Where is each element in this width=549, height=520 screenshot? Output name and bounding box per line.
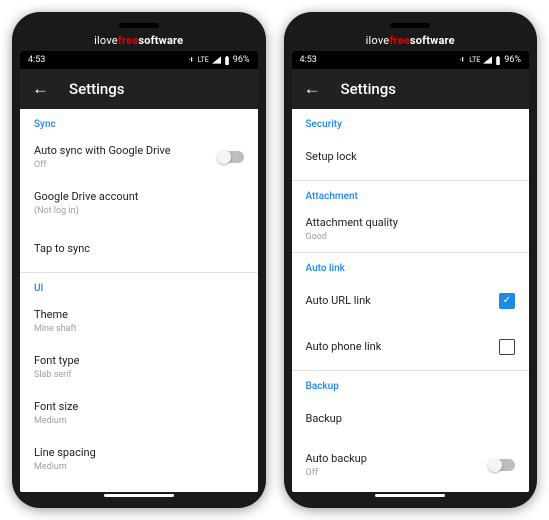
row-line-spacing[interactable]: Line spacing Medium: [20, 436, 258, 482]
status-bar: 4:53 LTE 96%: [292, 51, 530, 69]
row-gdrive-account[interactable]: Google Drive account (Not log in): [20, 180, 258, 226]
auto-sync-value: Off: [34, 160, 218, 170]
section-attachment: Attachment: [292, 181, 530, 206]
nav-bar: [292, 494, 530, 500]
battery-icon: [495, 56, 501, 65]
status-net: LTE: [469, 56, 480, 64]
phone-left: ilovefreesoftware 4:53 LTE 96% ← Setting…: [12, 12, 266, 508]
brand-pre: ilove: [94, 34, 118, 47]
signal-icon: [483, 56, 492, 64]
auto-sync-switch[interactable]: [218, 151, 244, 163]
bluetooth-icon: [458, 56, 466, 64]
row-auto-url-link[interactable]: Auto URL link ✓: [292, 278, 530, 324]
row-auto-phone-link[interactable]: Auto phone link: [292, 324, 530, 370]
brand-post: software: [410, 34, 455, 47]
app-bar: ← Settings: [292, 69, 530, 109]
theme-label: Theme: [34, 308, 244, 322]
setup-lock-label: Setup lock: [306, 150, 516, 164]
status-net: LTE: [198, 56, 209, 64]
line-spacing-label: Line spacing: [34, 446, 244, 460]
auto-phone-checkbox[interactable]: [499, 339, 515, 355]
status-battery: 96%: [504, 55, 521, 65]
settings-list-left[interactable]: Sync Auto sync with Google Drive Off Goo…: [20, 109, 258, 492]
brand-pre: ilove: [366, 34, 390, 47]
auto-url-checkbox[interactable]: ✓: [499, 293, 515, 309]
font-type-value: Slab serif: [34, 370, 244, 380]
bluetooth-icon: [187, 56, 195, 64]
nav-bar: [20, 494, 258, 500]
brand-logo: ilovefreesoftware: [20, 34, 258, 47]
section-backup: Backup: [292, 371, 530, 396]
phone-speaker: [390, 23, 430, 28]
phone-right: ilovefreesoftware 4:53 LTE 96% ← Setting…: [284, 12, 538, 508]
tap-sync-label: Tap to sync: [34, 242, 244, 256]
row-backup[interactable]: Backup: [292, 396, 530, 442]
signal-icon: [212, 56, 221, 64]
phone-speaker: [119, 23, 159, 28]
auto-phone-label: Auto phone link: [306, 340, 500, 354]
line-spacing-value: Medium: [34, 462, 244, 472]
brand-mid: free: [389, 34, 410, 47]
section-sync: Sync: [20, 109, 258, 134]
settings-list-right[interactable]: Security Setup lock Attachment Attachmen…: [292, 109, 530, 492]
auto-backup-label: Auto backup: [306, 452, 490, 466]
status-time: 4:53: [300, 55, 317, 65]
screen-right: 4:53 LTE 96% ← Settings Security: [292, 51, 530, 492]
gdrive-label: Google Drive account: [34, 190, 244, 204]
row-font-size[interactable]: Font size Medium: [20, 390, 258, 436]
status-bar: 4:53 LTE 96%: [20, 51, 258, 69]
screen-left: 4:53 LTE 96% ← Settings Sync: [20, 51, 258, 492]
row-theme[interactable]: Theme Mine shaft: [20, 298, 258, 344]
back-button[interactable]: ←: [32, 81, 49, 98]
brand-logo: ilovefreesoftware: [292, 34, 530, 47]
row-auto-backup[interactable]: Auto backup Off: [292, 442, 530, 488]
att-quality-label: Attachment quality: [306, 216, 516, 230]
auto-backup-value: Off: [306, 468, 490, 478]
brand-post: software: [138, 34, 183, 47]
nav-pill[interactable]: [104, 494, 174, 497]
back-button[interactable]: ←: [304, 81, 321, 98]
row-font-type[interactable]: Font type Slab serif: [20, 344, 258, 390]
gdrive-value: (Not log in): [34, 206, 244, 216]
backup-label: Backup: [306, 412, 516, 426]
font-size-label: Font size: [34, 400, 244, 414]
theme-value: Mine shaft: [34, 324, 244, 334]
auto-url-label: Auto URL link: [306, 294, 500, 308]
page-title: Settings: [69, 80, 125, 98]
font-size-value: Medium: [34, 416, 244, 426]
auto-backup-switch[interactable]: [489, 459, 515, 471]
battery-icon: [224, 56, 230, 65]
section-security: Security: [292, 109, 530, 134]
row-auto-sync[interactable]: Auto sync with Google Drive Off: [20, 134, 258, 180]
page-title: Settings: [341, 80, 397, 98]
status-time: 4:53: [28, 55, 45, 65]
section-autolink: Auto link: [292, 253, 530, 278]
row-tap-sync[interactable]: Tap to sync: [20, 226, 258, 272]
font-type-label: Font type: [34, 354, 244, 368]
brand-mid: free: [118, 34, 139, 47]
row-attachment-quality[interactable]: Attachment quality Good: [292, 206, 530, 252]
auto-sync-label: Auto sync with Google Drive: [34, 144, 218, 158]
status-battery: 96%: [233, 55, 250, 65]
row-setup-lock[interactable]: Setup lock: [292, 134, 530, 180]
nav-pill[interactable]: [375, 494, 445, 497]
att-quality-value: Good: [306, 232, 516, 242]
app-bar: ← Settings: [20, 69, 258, 109]
section-ui: UI: [20, 273, 258, 298]
